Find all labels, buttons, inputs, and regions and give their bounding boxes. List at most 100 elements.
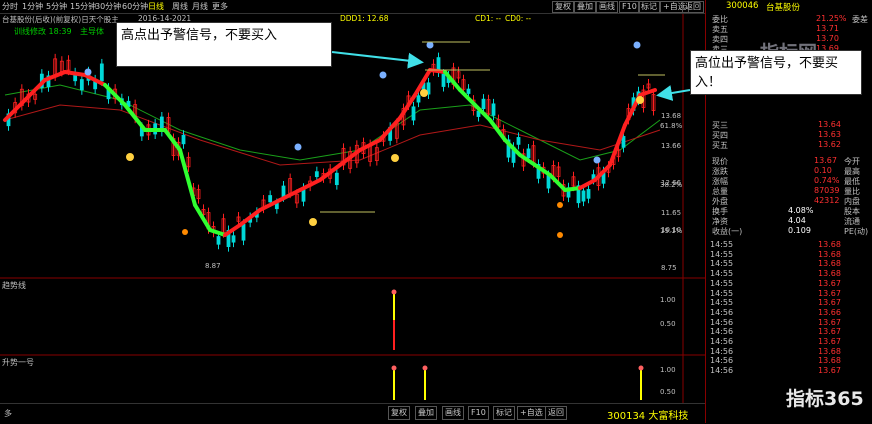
- fib-label: 61.8%: [660, 122, 683, 130]
- candle-body: [241, 223, 246, 241]
- stat-label-2: PE(动): [844, 227, 869, 236]
- tick-price: 13.67: [818, 278, 841, 288]
- signal-ball: [84, 68, 92, 76]
- bottom-button-5[interactable]: +自选: [517, 406, 546, 420]
- trend-segment: [223, 223, 242, 237]
- bottom-button-6[interactable]: 返回: [545, 406, 567, 420]
- tick-price: 13.66: [818, 307, 841, 317]
- candle-body: [581, 190, 586, 202]
- quote-row: 14:56 13.66: [706, 308, 872, 318]
- smiley-marker: [309, 218, 317, 226]
- tick-time: 14:55: [710, 240, 734, 249]
- candle-body: [79, 79, 84, 91]
- signal-ball: [593, 156, 601, 164]
- quote-row: 净资 4.04 流通: [706, 216, 872, 226]
- quote-value: 13.70: [816, 34, 839, 43]
- quote-row: 收益(一) 0.109 PE(动): [706, 226, 872, 236]
- smiley-marker: [636, 96, 644, 104]
- tick-time: 14:56: [710, 366, 734, 376]
- bottom-button-0[interactable]: 复权: [388, 406, 410, 420]
- candle-body: [411, 106, 416, 121]
- tick-time: 14:56: [710, 327, 734, 337]
- trend-segment: [178, 148, 197, 207]
- tick-time: 14:55: [710, 269, 734, 279]
- sub-panel-2-title: 升势一号: [2, 358, 34, 367]
- quote-row: 卖五 13.71: [706, 24, 872, 34]
- tick-price: 13.68: [818, 269, 841, 279]
- bottom-button-3[interactable]: F10: [468, 406, 489, 420]
- price-axis-label: 8.75: [661, 264, 677, 272]
- bottom-button-1[interactable]: 叠加: [415, 406, 437, 420]
- smiley-marker: [391, 154, 399, 162]
- tick-time: 14:56: [710, 307, 734, 317]
- tick-price: 13.67: [818, 366, 841, 376]
- sub-panel-1-signals: [391, 289, 397, 350]
- stock-code: 300046: [726, 1, 759, 11]
- bottom-button-4[interactable]: 标记: [493, 406, 515, 420]
- bottom-button-2[interactable]: 画线: [442, 406, 464, 420]
- tick-price: 13.67: [818, 327, 841, 337]
- tick-price: 13.68: [818, 249, 841, 259]
- tick-price: 13.67: [818, 298, 841, 308]
- stat-value: 0.109: [788, 226, 811, 235]
- quote-row: 买三 13.64: [706, 120, 872, 130]
- quote-row: 14:55 13.67: [706, 279, 872, 289]
- smiley-marker: [420, 89, 428, 97]
- callout-right: 高位出予警信号，不要买入！: [690, 50, 862, 95]
- quote-row: 14:56 13.67: [706, 318, 872, 328]
- sub2-scale-label: 1.00: [660, 366, 676, 374]
- tick-price: 13.67: [818, 288, 841, 298]
- trend-segment: [488, 118, 507, 142]
- candle-body: [268, 195, 273, 203]
- quote-row: 委比 21.25% 委差: [706, 14, 872, 24]
- price-axis-label: 13.66: [661, 142, 682, 150]
- tick-time: 14:56: [710, 346, 734, 356]
- ma-green-line: [4, 84, 661, 161]
- stat-value: 87039: [814, 186, 840, 195]
- ma-red-line: [4, 104, 661, 166]
- kline-chart[interactable]: 13.6813.6612.6611.6510.108.7561.8%38.2%1…: [0, 0, 705, 403]
- sub2-scale-label: 0.50: [660, 388, 676, 396]
- tick-time: 14:56: [710, 356, 734, 366]
- signal-ball: [633, 41, 641, 49]
- tick-price: 13.68: [818, 346, 841, 356]
- trend-segment: [193, 203, 212, 232]
- quote-row: 涨幅 0.74% 最低: [706, 176, 872, 186]
- stock-name: 台基股份: [766, 3, 801, 13]
- candle-body: [491, 103, 496, 116]
- quote-value: 13.62: [818, 140, 841, 149]
- quote-value: 21.25%: [816, 14, 847, 23]
- tick-time: 14:56: [710, 337, 734, 346]
- quote-row: 14:55 13.68: [706, 240, 872, 250]
- candle-body: [334, 172, 339, 186]
- trend-segment: [563, 186, 582, 192]
- sub1-scale-label: 0.50: [660, 320, 676, 328]
- tick-time: 14:55: [710, 249, 734, 259]
- tick-time: 14:55: [710, 259, 734, 269]
- quote-row: 14:55 13.67: [706, 289, 872, 299]
- candle-body: [526, 148, 531, 159]
- price-axis-label: 13.68: [661, 112, 681, 120]
- tick-price: 13.67: [818, 337, 841, 346]
- quote-row: 外盘 42312 内盘: [706, 196, 872, 206]
- quote-row: 14:56 13.68: [706, 356, 872, 366]
- quote-row: 14:55 13.68: [706, 250, 872, 260]
- candle-body: [586, 189, 591, 199]
- quote-row: 14:55 13.68: [706, 259, 872, 269]
- signal-dot: [638, 365, 644, 371]
- stock-link[interactable]: 300134 大富科技: [607, 407, 688, 422]
- quote-row: 14:56 13.67: [706, 337, 872, 347]
- candle-body: [466, 88, 471, 94]
- signal-dot: [391, 365, 397, 371]
- orange-marker: [557, 202, 563, 208]
- tick-time: 14:55: [710, 288, 734, 298]
- quote-row: 换手 4.08% 股本: [706, 206, 872, 216]
- candle-body: [516, 137, 521, 145]
- trend-segment: [548, 173, 567, 192]
- quote-row: 买五 13.62: [706, 140, 872, 150]
- candle-body: [441, 73, 446, 87]
- quote-label: 买五: [712, 141, 728, 150]
- smiley-marker: [126, 153, 134, 161]
- quote-row: 14:56 13.68: [706, 347, 872, 357]
- candle-body: [99, 63, 104, 82]
